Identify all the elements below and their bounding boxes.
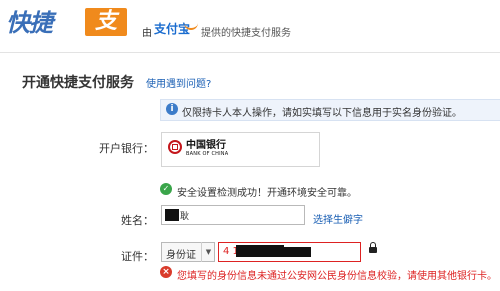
name-redaction xyxy=(165,209,179,221)
check-icon: ✓ xyxy=(160,183,172,195)
header-description: 提供的快捷支付服务 xyxy=(201,28,291,39)
bank-card-display xyxy=(161,132,320,167)
bank-label: 开户银行： xyxy=(99,142,154,155)
rare-character-link[interactable]: 选择生僻字 xyxy=(313,211,363,226)
info-icon: i xyxy=(166,103,178,115)
name-label: 姓名： xyxy=(121,214,154,227)
quickpay-logo-badge: 支付 xyxy=(85,8,127,62)
quickpay-logo-text: 快捷 xyxy=(6,9,53,37)
bank-name-cn: 中国银行 xyxy=(186,140,226,151)
page-title: 开通快捷支付服务 xyxy=(22,75,134,91)
by-text: 由 xyxy=(142,28,152,39)
id-redaction xyxy=(236,245,284,257)
notice-text: 仅限持卡人本人操作，请如实填写以下信息用于实名身份验证。 xyxy=(182,108,462,119)
error-message: 您填写的身份信息未通过公安网公民身份信息校验，请使用其他银行卡。 xyxy=(177,271,497,282)
help-link[interactable]: 使用遇到问题? xyxy=(146,75,211,90)
error-icon: × xyxy=(160,266,172,278)
bank-of-china-logo-inner-icon xyxy=(172,144,178,150)
id-type-value: 身份证 xyxy=(166,250,196,261)
lock-icon-body xyxy=(369,247,377,253)
id-redaction-secondary xyxy=(283,247,311,257)
id-label: 证件： xyxy=(121,250,154,263)
bank-name-en: BANK OF CHINA xyxy=(186,151,229,157)
header-divider xyxy=(0,52,500,53)
security-status-text: 安全设置检测成功！开通环境安全可靠。 xyxy=(177,188,357,199)
name-input-value: 耿 xyxy=(180,212,190,222)
chevron-down-icon[interactable]: ▼ xyxy=(201,242,215,262)
alipay-logo-swoosh-icon xyxy=(184,22,198,30)
